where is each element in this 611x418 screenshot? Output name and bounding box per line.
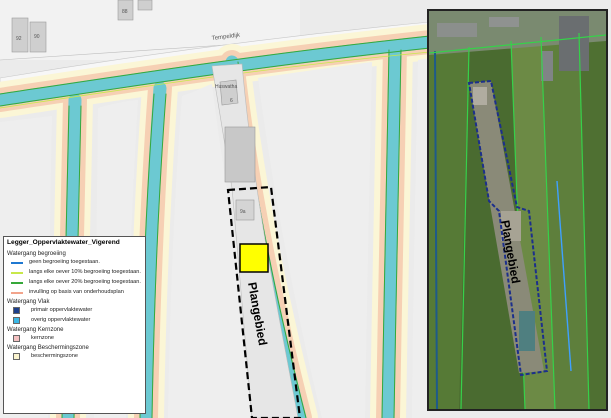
line-symbol-icon: [11, 269, 23, 276]
legend-group-title: Watergang begroeiing: [7, 251, 66, 257]
map-legend: Legger_Oppervlaktewater_Vigerend Waterga…: [3, 236, 146, 414]
line-symbol-icon: [11, 259, 23, 266]
legend-group-title: Watergang Vlak: [7, 299, 50, 305]
legend-item-label: langs elke oever 10% begroeiing toegesta…: [29, 269, 141, 275]
fill-swatch-icon: [13, 335, 20, 342]
fill-swatch-icon: [13, 317, 20, 324]
building-label: 92: [16, 36, 22, 42]
line-symbol-icon: [11, 289, 23, 296]
legend-item-label: primair oppervlaktewater: [31, 307, 93, 313]
legend-item: langs elke oever 20% begroeiing toegesta…: [11, 279, 142, 286]
legend-title: Legger_Oppervlaktewater_Vigerend: [7, 239, 120, 246]
legend-item: invulling op basis van onderhoudsplan: [11, 289, 142, 296]
building-label: 88: [122, 9, 128, 15]
aerial-inset[interactable]: Plangebied: [427, 9, 608, 411]
plan-marker[interactable]: [239, 243, 269, 273]
fill-swatch-icon: [13, 353, 20, 360]
legend-item: kernzone: [11, 335, 142, 342]
legend-item-label: geen begroeiing toegestaan.: [29, 259, 100, 265]
legend-item: primair oppervlaktewater: [11, 307, 142, 314]
legend-item: langs elke oever 10% begroeiing toegesta…: [11, 269, 142, 276]
legend-item-label: langs elke oever 20% begroeiing toegesta…: [29, 279, 141, 285]
building-label: Huswatha: [215, 84, 237, 90]
building-label: 6: [230, 98, 233, 104]
building-label: 9a: [240, 209, 246, 215]
aerial-photo: Plangebied: [429, 11, 606, 409]
building-label: 90: [34, 34, 40, 40]
legend-item-label: overig oppervlaktewater: [31, 317, 91, 323]
legend-item-label: kernzone: [31, 335, 55, 341]
legend-item-label: beschermingszone: [31, 353, 78, 359]
legend-group-title: Watergang Kernzone: [7, 327, 64, 333]
legend-item: beschermingszone: [11, 353, 142, 360]
fill-swatch-icon: [13, 307, 20, 314]
legend-item: geen begroeiing toegestaan.: [11, 259, 142, 266]
legend-item-label: invulling op basis van onderhoudsplan: [29, 289, 124, 295]
map-figure: Tempeldijk 92 90 88 Huswatha 6 9a Plange…: [0, 0, 611, 418]
legend-item: overig oppervlaktewater: [11, 317, 142, 324]
line-symbol-icon: [11, 279, 23, 286]
legend-group-title: Watergang Beschermingszone: [7, 345, 89, 351]
